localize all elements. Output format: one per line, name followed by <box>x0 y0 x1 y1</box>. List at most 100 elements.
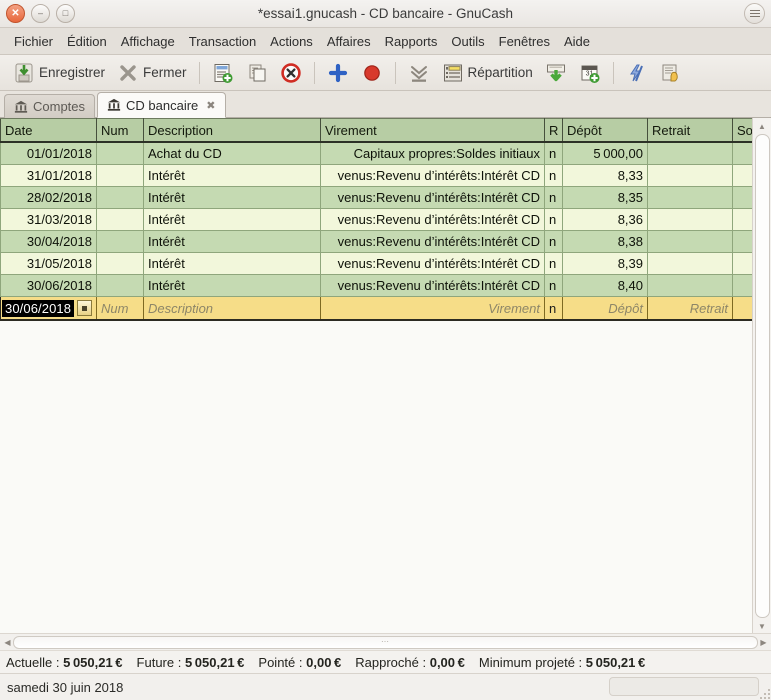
cell-description-placeholder[interactable]: Description <box>144 297 321 321</box>
cell-date-editor[interactable]: 30/06/2018 <box>1 297 97 321</box>
cell-retrait[interactable] <box>648 165 733 187</box>
cell-num[interactable] <box>97 209 144 231</box>
cell-date[interactable]: 31/03/2018 <box>1 209 97 231</box>
cell-num[interactable] <box>97 275 144 297</box>
table-row[interactable]: 01/01/2018 Achat du CD Capitaux propres:… <box>1 142 753 165</box>
duplicate-transaction-button[interactable] <box>241 60 273 86</box>
menu-item-actions[interactable]: Actions <box>263 32 320 51</box>
tab-comptes[interactable]: Comptes <box>4 94 95 118</box>
cell-description[interactable]: Intérêt <box>144 275 321 297</box>
jump-button[interactable] <box>621 60 653 86</box>
cell-virement[interactable]: venus:Revenu d’intérêts:Intérêt CD <box>321 165 545 187</box>
cell-depot[interactable]: 5 000,00 <box>563 142 648 165</box>
cell-retrait[interactable] <box>648 187 733 209</box>
schedule-button[interactable]: 31 <box>574 60 606 86</box>
menu-item-outils[interactable]: Outils <box>444 32 491 51</box>
table-row[interactable]: 31/05/2018 Intérêt venus:Revenu d’intérê… <box>1 253 753 275</box>
cell-description[interactable]: Intérêt <box>144 253 321 275</box>
cell-depot[interactable]: 8,33 <box>563 165 648 187</box>
close-window-button[interactable]: ✕ <box>6 4 25 23</box>
maximize-window-button[interactable]: □ <box>56 4 75 23</box>
tab-close-icon[interactable]: ✖ <box>206 99 215 112</box>
cell-date[interactable]: 01/01/2018 <box>1 142 97 165</box>
cell-virement[interactable]: venus:Revenu d’intérêts:Intérêt CD <box>321 253 545 275</box>
cell-virement[interactable]: venus:Revenu d’intérêts:Intérêt CD <box>321 209 545 231</box>
horizontal-scrollbar[interactable]: ◀ ⋯ ▶ <box>0 633 771 650</box>
scroll-right-arrow-icon[interactable]: ▶ <box>758 638 769 647</box>
window-menu-button[interactable] <box>744 3 765 24</box>
table-row[interactable]: 31/01/2018 Intérêt venus:Revenu d’intérê… <box>1 165 753 187</box>
menu-item-transaction[interactable]: Transaction <box>182 32 263 51</box>
cell-virement[interactable]: Capitaux propres:Soldes initiaux <box>321 142 545 165</box>
cell-virement[interactable]: venus:Revenu d’intérêts:Intérêt CD <box>321 231 545 253</box>
cell-virement[interactable]: venus:Revenu d’intérêts:Intérêt CD <box>321 187 545 209</box>
resize-grip-icon[interactable] <box>758 687 770 699</box>
cell-depot[interactable]: 8,35 <box>563 187 648 209</box>
menu-item-affichage[interactable]: Affichage <box>114 32 182 51</box>
cancel-transaction-button[interactable] <box>356 60 388 86</box>
tab-cd-bancaire[interactable]: CD bancaire ✖ <box>97 92 225 118</box>
new-transaction-button[interactable] <box>207 60 239 86</box>
cell-num[interactable] <box>97 253 144 275</box>
cell-solde[interactable] <box>733 275 753 297</box>
cell-date[interactable]: 30/06/2018 <box>1 275 97 297</box>
table-row[interactable]: 30/06/2018 Intérêt venus:Revenu d’intérê… <box>1 275 753 297</box>
cell-virement[interactable]: venus:Revenu d’intérêts:Intérêt CD <box>321 275 545 297</box>
cell-date[interactable]: 30/04/2018 <box>1 231 97 253</box>
close-tab-button[interactable]: Fermer <box>112 60 192 86</box>
cell-date[interactable]: 31/05/2018 <box>1 253 97 275</box>
column-header-description[interactable]: Description <box>144 119 321 143</box>
vertical-scrollbar[interactable]: ▲ ▼ <box>752 118 771 633</box>
cell-description[interactable]: Intérêt <box>144 209 321 231</box>
cell-depot-placeholder[interactable]: Dépôt <box>563 297 648 321</box>
cell-retrait[interactable] <box>648 231 733 253</box>
cell-reconciled[interactable]: n <box>545 187 563 209</box>
date-input-selected-text[interactable]: 30/06/2018 <box>2 300 74 317</box>
cell-description[interactable]: Achat du CD <box>144 142 321 165</box>
cell-description[interactable]: Intérêt <box>144 165 321 187</box>
cell-retrait[interactable] <box>648 142 733 165</box>
split-button[interactable]: Répartition <box>437 60 538 86</box>
blank-transaction-row[interactable]: 30/06/2018 Num Description Virement n Dé… <box>1 297 753 321</box>
enter-transaction-button[interactable] <box>322 60 354 86</box>
date-picker-button[interactable] <box>77 300 92 316</box>
cell-retrait[interactable] <box>648 275 733 297</box>
minimize-window-button[interactable]: – <box>31 4 50 23</box>
cell-depot[interactable]: 8,40 <box>563 275 648 297</box>
cell-reconciled[interactable]: n <box>545 275 563 297</box>
menu-item-aide[interactable]: Aide <box>557 32 597 51</box>
table-row[interactable]: 31/03/2018 Intérêt venus:Revenu d’intérê… <box>1 209 753 231</box>
cell-retrait[interactable] <box>648 253 733 275</box>
cell-solde[interactable] <box>733 209 753 231</box>
cell-reconciled[interactable]: n <box>545 253 563 275</box>
menu-item-fichier[interactable]: Fichier <box>7 32 60 51</box>
cell-retrait[interactable] <box>648 209 733 231</box>
cell-solde[interactable] <box>733 187 753 209</box>
column-header-date[interactable]: Date <box>1 119 97 143</box>
cell-solde[interactable] <box>733 231 753 253</box>
menu-item-edition[interactable]: Édition <box>60 32 114 51</box>
transfer-button[interactable] <box>540 60 572 86</box>
scroll-up-arrow-icon[interactable]: ▲ <box>755 119 770 133</box>
cell-date[interactable]: 31/01/2018 <box>1 165 97 187</box>
cell-reconciled[interactable]: n <box>545 142 563 165</box>
delete-transaction-button[interactable] <box>275 60 307 86</box>
cell-solde[interactable] <box>733 165 753 187</box>
table-row[interactable]: 28/02/2018 Intérêt venus:Revenu d’intérê… <box>1 187 753 209</box>
cell-solde[interactable] <box>733 142 753 165</box>
column-header-r[interactable]: R <box>545 119 563 143</box>
cell-reconciled[interactable]: n <box>545 209 563 231</box>
cell-description[interactable]: Intérêt <box>144 187 321 209</box>
menu-item-fenetres[interactable]: Fenêtres <box>492 32 557 51</box>
cell-solde[interactable] <box>733 253 753 275</box>
column-header-virement[interactable]: Virement <box>321 119 545 143</box>
cell-reconciled[interactable]: n <box>545 231 563 253</box>
menu-item-affaires[interactable]: Affaires <box>320 32 378 51</box>
cell-reconciled[interactable]: n <box>545 165 563 187</box>
column-header-solde[interactable]: Sol <box>733 119 753 143</box>
manual-entry-button[interactable] <box>655 60 687 86</box>
cell-virement-placeholder[interactable]: Virement <box>321 297 545 321</box>
table-row[interactable]: 30/04/2018 Intérêt venus:Revenu d’intérê… <box>1 231 753 253</box>
cell-num-placeholder[interactable]: Num <box>97 297 144 321</box>
horizontal-scroll-thumb[interactable]: ⋯ <box>13 636 758 649</box>
